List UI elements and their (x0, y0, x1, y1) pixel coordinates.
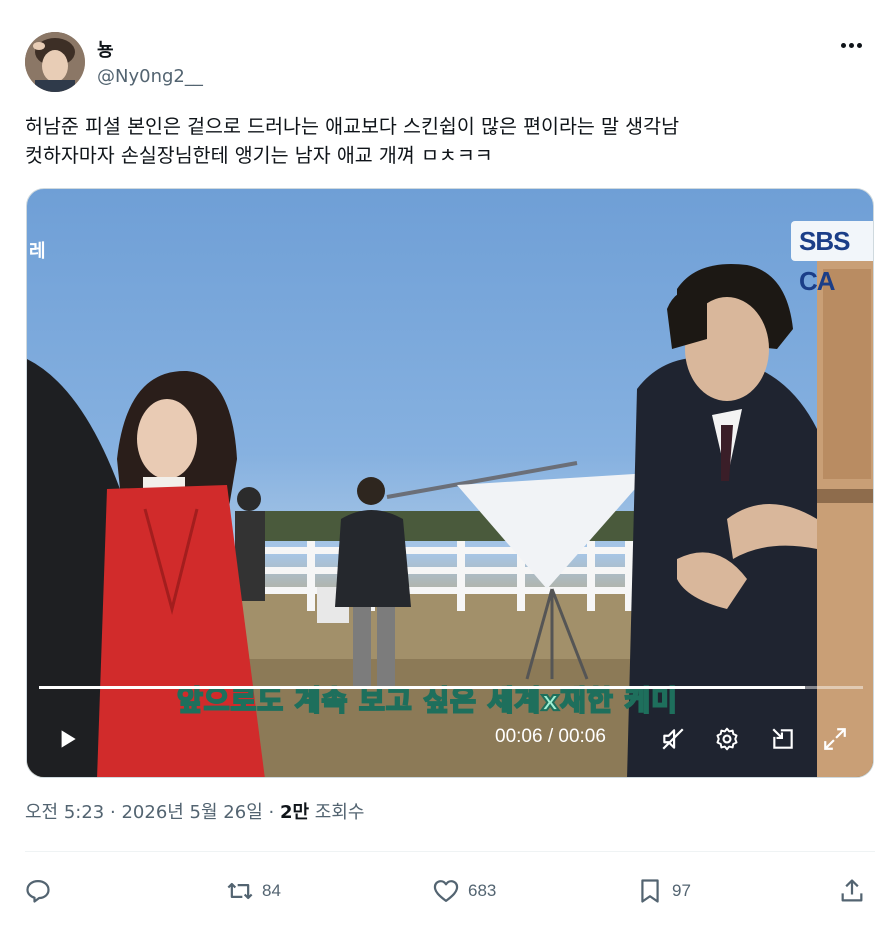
gear-icon (716, 727, 738, 751)
like-count: 683 (468, 881, 497, 900)
pip-button[interactable] (767, 723, 799, 755)
picture-in-picture-icon (772, 728, 793, 749)
fullscreen-button[interactable] (819, 723, 851, 755)
meta-separator: · (268, 802, 275, 823)
video-player[interactable]: SBS CA 레 앞으로도 계속 보고 싶은 세계x재한 케미 00:06 / … (26, 188, 874, 778)
more-dot-icon (840, 42, 846, 48)
views-count: 2만 (279, 802, 310, 823)
video-corner-mark: 레 (29, 241, 46, 262)
display-name[interactable]: 뇽 (97, 36, 114, 62)
bookmark-count: 97 (672, 881, 691, 900)
avatar-photo (25, 32, 85, 92)
video-progress-bar[interactable] (39, 686, 863, 689)
user-handle[interactable]: @Ny0ng2__ (97, 66, 203, 87)
tweet-meta: 오전 5:23 · 2026년 5월 26일 · 2만 조회수 (25, 798, 364, 824)
video-progress-fill (39, 686, 806, 689)
bookmark-button[interactable]: 97 (636, 874, 691, 908)
retweet-icon (227, 882, 253, 900)
reply-button[interactable] (24, 874, 60, 908)
bookmark-icon (641, 879, 659, 903)
heart-icon (433, 880, 459, 903)
video-controls: 00:06 / 00:06 (27, 709, 873, 769)
tweet-date[interactable]: 2026년 5월 26일 (121, 802, 262, 823)
broadcaster-logo: SBS CA (791, 221, 873, 296)
avatar[interactable] (25, 32, 85, 92)
meta-separator: · (110, 802, 116, 823)
tweet-time[interactable]: 오전 5:23 (25, 802, 104, 823)
views-label: 조회수 (314, 802, 365, 823)
share-button[interactable] (838, 874, 874, 908)
like-button[interactable]: 683 (432, 874, 496, 908)
more-dot-icon (856, 42, 862, 48)
tweet-card: 뇽 @Ny0ng2__ 허남준 피셜 본인은 겉으로 드러나는 애교보다 스킨쉽… (0, 0, 892, 928)
fullscreen-icon (824, 728, 846, 750)
tweet-text: 허남준 피셜 본인은 겉으로 드러나는 애교보다 스킨쉽이 많은 편이라는 말 … (25, 115, 680, 167)
volume-muted-icon (662, 728, 684, 750)
divider (25, 851, 875, 852)
retweet-button[interactable]: 84 (226, 874, 281, 908)
reply-icon (26, 879, 50, 903)
share-icon (841, 879, 863, 902)
more-options-button[interactable] (836, 30, 866, 60)
play-icon (61, 730, 76, 748)
action-bar: 84 683 97 (0, 860, 892, 922)
video-time: 00:06 / 00:06 (495, 726, 606, 747)
retweet-count: 84 (262, 881, 281, 900)
play-button[interactable] (51, 723, 83, 755)
mute-button[interactable] (657, 723, 689, 755)
settings-button[interactable] (711, 723, 743, 755)
more-dot-icon (848, 42, 854, 48)
